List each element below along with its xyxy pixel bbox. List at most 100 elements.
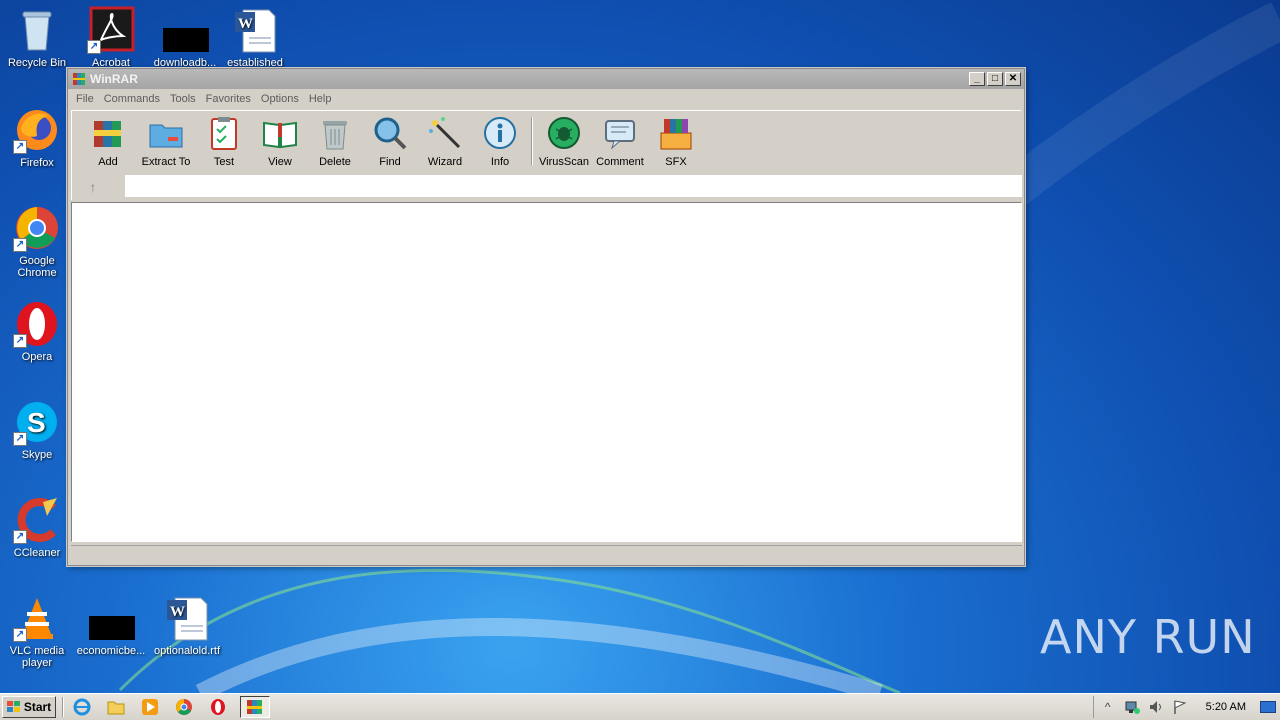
shortcut-arrow-icon: ↗ [87,40,101,54]
desktop-icon-label: Opera [21,351,53,363]
menu-options[interactable]: Options [257,93,303,105]
desktop-icon-acrobat[interactable]: ↗ Acrobat [74,6,148,69]
title-bar[interactable]: WinRAR _ □ ✕ [68,69,1024,89]
desktop-icon-firefox[interactable]: ↗ Firefox [0,106,74,169]
taskbar-winrar-button[interactable] [240,696,270,718]
minimize-button[interactable]: _ [969,72,985,86]
status-bar [71,545,1022,563]
sfx-icon [660,119,692,150]
test-button[interactable]: Test [196,115,252,168]
up-folder-button[interactable]: ↑ [84,179,102,197]
svg-text:W: W [170,604,185,620]
file-list[interactable] [71,202,1022,542]
maximize-button[interactable]: □ [987,72,1003,86]
view-label: View [268,156,292,168]
address-input[interactable] [125,175,1022,197]
network-icon[interactable] [1124,699,1140,715]
find-label: Find [379,156,401,168]
menu-file[interactable]: File [72,93,98,105]
wizard-button[interactable]: Wizard [417,115,473,168]
menu-favorites[interactable]: Favorites [202,93,255,105]
test-icon [211,117,237,150]
volume-icon[interactable] [1148,699,1164,715]
desktop-icon-skype[interactable]: S ↗ Skype [0,398,74,461]
word-document-icon: W [163,594,211,642]
desktop-icon-label: VLC media player [9,645,65,669]
shortcut-arrow-icon: ↗ [13,628,27,642]
desktop-icon-label: optionalold.rtf [153,645,221,657]
virusscan-label: VirusScan [539,156,589,168]
menu-tools[interactable]: Tools [166,93,200,105]
sfx-button[interactable]: SFX [648,115,704,168]
comment-button[interactable]: Comment [592,115,648,168]
desktop-icon-label: economicbe... [76,645,146,657]
info-icon [484,117,516,149]
comment-icon [605,120,635,150]
taskbar-ie-button[interactable] [70,696,94,718]
virusscan-button[interactable]: VirusScan [536,115,592,168]
vlc-icon: ↗ [13,594,61,642]
find-button[interactable]: Find [362,115,418,168]
file-icon [161,6,209,54]
action-center-flag-icon[interactable] [1172,699,1188,715]
view-button[interactable]: View [252,115,308,168]
close-button[interactable]: ✕ [1005,72,1021,86]
start-button[interactable]: Start [2,696,56,718]
menu-bar: File Commands Tools Favorites Options He… [68,89,1024,109]
info-button[interactable]: Info [472,115,528,168]
desktop-icon-ccleaner[interactable]: ↗ CCleaner [0,496,74,559]
taskbar-opera-button[interactable] [206,696,230,718]
sfx-label: SFX [665,156,687,168]
svg-text:S: S [27,407,46,438]
extract-icon [149,124,183,148]
skype-icon: S ↗ [13,398,61,446]
acrobat-icon: ↗ [87,6,135,54]
menu-help[interactable]: Help [305,93,336,105]
desktop-icon-label: Google Chrome [17,255,57,279]
shortcut-arrow-icon: ↗ [13,432,27,446]
taskbar-media-player-button[interactable] [138,696,162,718]
shortcut-arrow-icon: ↗ [13,238,27,252]
desktop-icon-opera[interactable]: ↗ Opera [0,300,74,363]
window-title: WinRAR [90,72,138,86]
desktop-icon-google-chrome[interactable]: ↗ Google Chrome [0,204,74,279]
desktop-icon-optionalold[interactable]: W optionalold.rtf [150,594,224,657]
add-button[interactable]: Add [80,115,136,168]
desktop-icon-recycle-bin[interactable]: Recycle Bin [0,6,74,69]
shortcut-arrow-icon: ↗ [13,530,27,544]
comment-label: Comment [596,156,644,168]
chrome-icon [176,699,192,715]
desktop-icon-established[interactable]: W established [218,6,292,69]
desktop-icon-label: Skype [21,449,53,461]
opera-icon [211,699,225,715]
toolbar-separator [531,117,533,165]
show-desktop-button[interactable] [1260,701,1276,713]
clock[interactable]: 5:20 AM [1206,701,1246,713]
desktop-icon-economicbe[interactable]: economicbe... [74,594,148,657]
shortcut-arrow-icon: ↗ [13,334,27,348]
desktop-icon-vlc[interactable]: ↗ VLC media player [0,594,74,669]
virusscan-icon [548,117,580,149]
taskbar-separator [62,697,64,717]
firefox-icon: ↗ [13,106,61,154]
menu-commands[interactable]: Commands [100,93,164,105]
delete-label: Delete [319,156,351,168]
toolbar: Add Extract To Test View Delete Find Wiz… [71,110,1022,200]
extract-to-button[interactable]: Extract To [138,115,194,168]
tray-expand-icon[interactable]: ^ [1100,699,1116,715]
recycle-bin-icon [13,6,61,54]
info-label: Info [490,156,510,168]
folder-icon [107,701,125,715]
anyrun-watermark: ANY RUN [1040,610,1256,664]
taskbar-explorer-button[interactable] [104,696,128,718]
taskbar-chrome-button[interactable] [172,696,196,718]
chrome-icon: ↗ [13,204,61,252]
extract-to-label: Extract To [141,156,191,168]
desktop-icon-downloadb[interactable]: downloadb... [148,6,222,69]
ccleaner-icon: ↗ [13,496,61,544]
delete-button[interactable]: Delete [307,115,363,168]
desktop-icon-label: Recycle Bin [7,57,67,69]
winrar-icon [247,700,262,714]
find-icon [374,117,407,150]
system-tray: ^ 5:20 AM [1092,696,1280,718]
